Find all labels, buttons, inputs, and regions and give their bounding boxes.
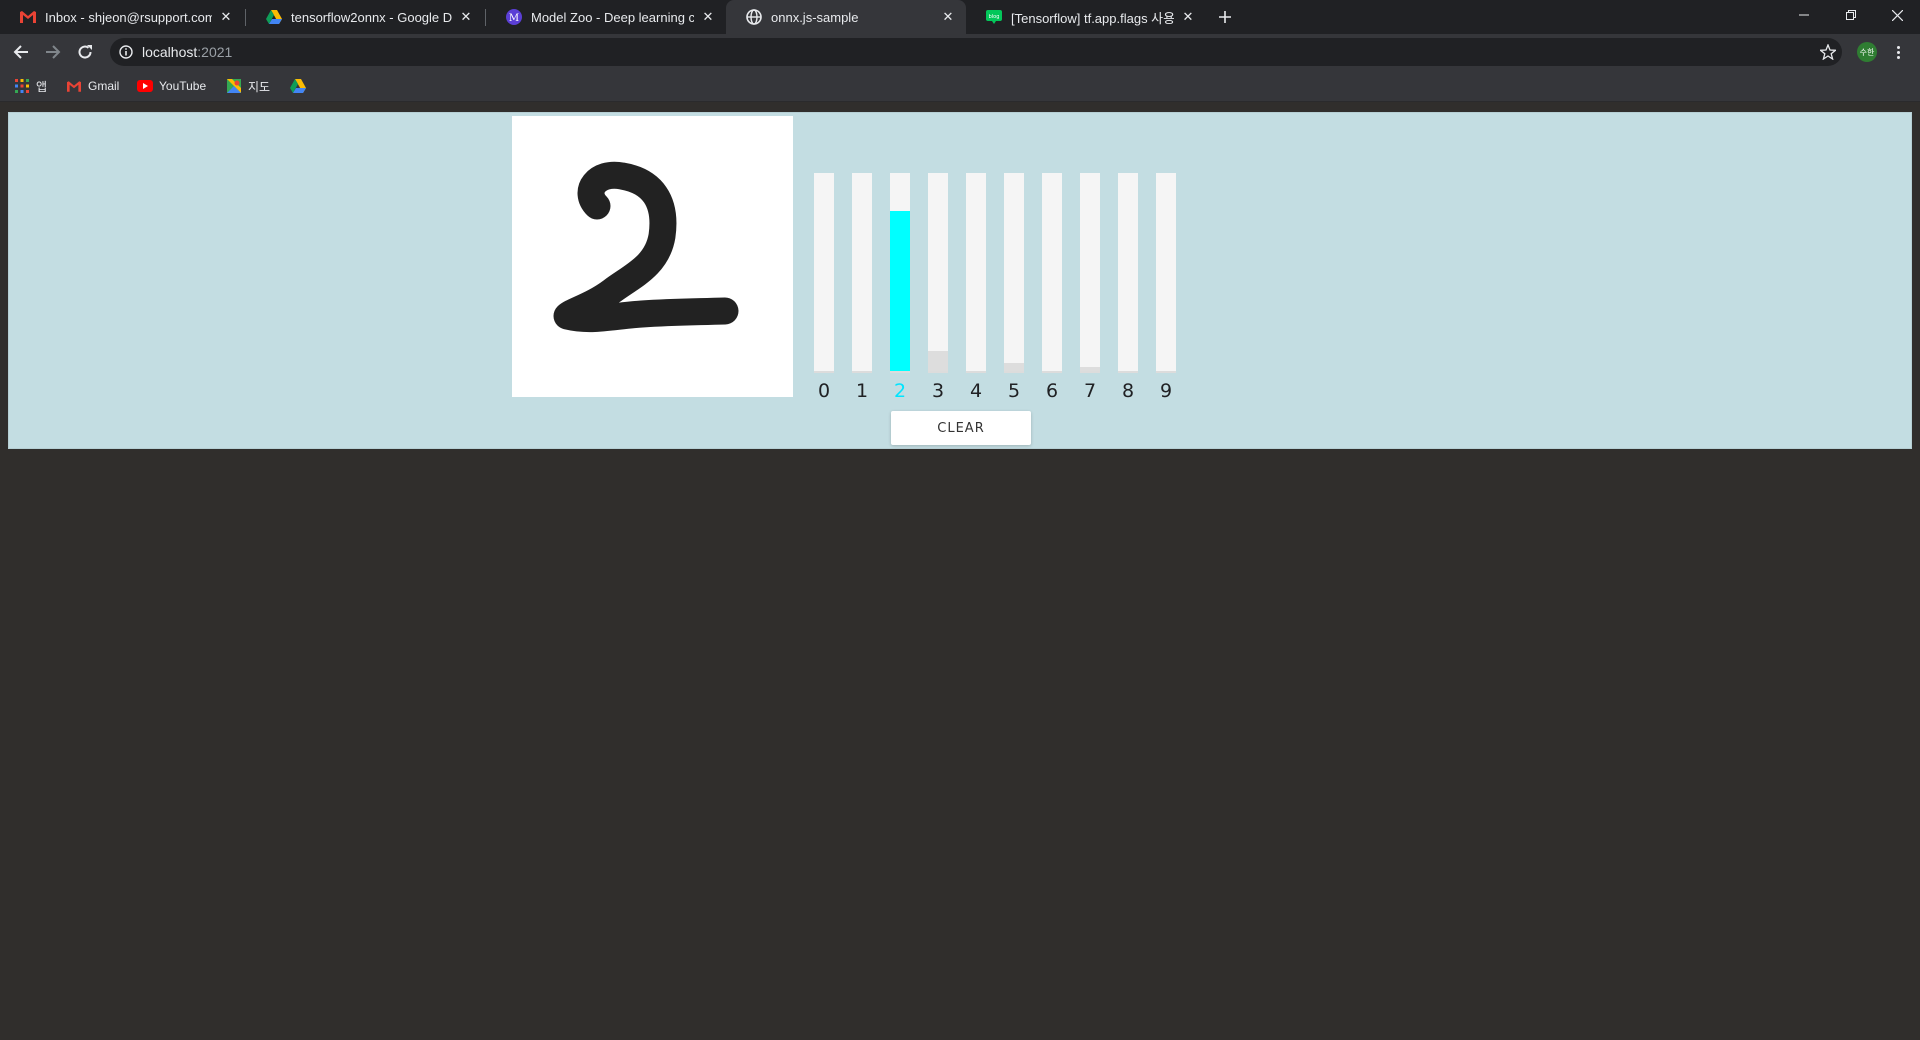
globe-icon: [746, 9, 762, 25]
tab-model-zoo[interactable]: M Model Zoo - Deep learning cod ✕: [486, 0, 726, 34]
svg-text:blog: blog: [989, 14, 1000, 20]
minimize-icon: [1799, 14, 1809, 16]
url-host: localhost: [142, 44, 198, 60]
apps-grid-icon: [14, 78, 30, 94]
gmail-icon: [66, 78, 82, 94]
close-window-icon: [1891, 9, 1903, 21]
clear-button[interactable]: CLEAR: [891, 411, 1031, 445]
reload-button[interactable]: [73, 40, 97, 64]
blog-icon: blog: [986, 9, 1002, 25]
plus-icon: [1219, 11, 1231, 23]
digit-label-0: 0: [817, 380, 831, 402]
forward-arrow-icon: [46, 45, 61, 59]
drawing-canvas[interactable]: [512, 116, 793, 397]
bookmark-label: Gmail: [88, 79, 120, 93]
restore-icon: [1846, 10, 1856, 20]
digit-recognizer-panel: 0 1 2 3 4 5 6 7 8 9 CLEAR: [8, 112, 1912, 449]
probability-bar-6: [1042, 173, 1062, 373]
tab-title: onnx.js-sample: [771, 9, 859, 25]
info-icon[interactable]: [118, 44, 134, 60]
bookmark-star-icon[interactable]: [1818, 43, 1838, 61]
probability-bar-3: [928, 173, 948, 373]
forward-button[interactable]: [41, 40, 65, 64]
close-icon[interactable]: ✕: [700, 9, 716, 25]
bookmark-google-drive[interactable]: [290, 76, 312, 96]
url-port: :2021: [197, 44, 233, 60]
probability-bar-8: [1118, 173, 1138, 373]
digit-label-4: 4: [969, 380, 983, 402]
browser-toolbar: localhost:2021 수한: [0, 34, 1920, 70]
google-drive-icon: [266, 9, 282, 25]
tab-onnx-sample[interactable]: onnx.js-sample ✕: [726, 0, 966, 34]
bookmark-label: 앱: [36, 79, 48, 94]
bookmark-gmail[interactable]: Gmail: [66, 76, 119, 96]
probability-fill-7: [1080, 367, 1100, 371]
tab-google-drive[interactable]: tensorflow2onnx - Google Drive ✕: [246, 0, 484, 34]
tab-title: tensorflow2onnx - Google Drive: [291, 9, 452, 25]
page-viewport: 0 1 2 3 4 5 6 7 8 9 CLEAR: [0, 102, 1920, 1040]
probability-bar-0: [814, 173, 834, 373]
bookmark-label: 지도: [248, 79, 271, 94]
bookmark-maps[interactable]: 지도: [226, 76, 270, 96]
digit-label-9: 9: [1159, 380, 1173, 402]
modelzoo-icon: M: [506, 9, 522, 25]
youtube-icon: [137, 78, 153, 94]
digit-label-5: 5: [1007, 380, 1021, 402]
close-icon[interactable]: ✕: [458, 9, 474, 25]
back-button[interactable]: [9, 40, 33, 64]
digit-label-3: 3: [931, 380, 945, 402]
probability-bar-1: [852, 173, 872, 373]
profile-avatar[interactable]: 수한: [1857, 42, 1877, 62]
probability-bar-5: [1004, 173, 1024, 373]
probability-bar-2: [890, 173, 910, 373]
tab-title: Model Zoo - Deep learning cod: [531, 9, 694, 25]
browser-menu-button[interactable]: [1888, 42, 1908, 62]
tab-gmail-inbox[interactable]: Inbox - shjeon@rsupport.com - ✕: [0, 0, 244, 34]
tab-tf-flags-blog[interactable]: blog [Tensorflow] tf.app.flags 사용법 ✕: [966, 0, 1206, 34]
bookmark-label: YouTube: [159, 79, 207, 93]
tab-title: [Tensorflow] tf.app.flags 사용법: [1011, 10, 1174, 26]
svg-text:M: M: [509, 13, 519, 24]
digit-label-7: 7: [1083, 380, 1097, 402]
probability-bar-7: [1080, 173, 1100, 373]
probability-fill-2: [890, 211, 910, 371]
digit-label-6: 6: [1045, 380, 1059, 402]
probability-fill-3: [928, 351, 948, 371]
bookmark-youtube[interactable]: YouTube: [137, 76, 206, 96]
restore-button[interactable]: [1828, 0, 1874, 30]
drawn-digit-stroke: [553, 161, 739, 333]
new-tab-button[interactable]: [1213, 5, 1237, 29]
tab-title: Inbox - shjeon@rsupport.com -: [45, 9, 212, 25]
close-icon[interactable]: ✕: [1180, 9, 1196, 25]
gmail-icon: [20, 9, 36, 25]
digit-label-1: 1: [855, 380, 869, 402]
back-arrow-icon: [13, 45, 28, 59]
minimize-button[interactable]: [1781, 0, 1827, 30]
digit-label-2: 2: [893, 380, 907, 402]
probability-bar-9: [1156, 173, 1176, 373]
address-bar[interactable]: localhost:2021: [110, 38, 1842, 66]
bookmarks-bar: 앱 Gmail YouTube 지도: [0, 70, 1920, 102]
close-icon[interactable]: ✕: [218, 9, 234, 25]
bookmark-apps[interactable]: 앱: [14, 76, 47, 96]
close-icon[interactable]: ✕: [940, 9, 956, 25]
google-drive-icon: [290, 78, 306, 94]
probability-fill-5: [1004, 363, 1024, 371]
probability-bar-4: [966, 173, 986, 373]
close-window-button[interactable]: [1874, 0, 1920, 30]
tab-strip: Inbox - shjeon@rsupport.com - ✕ tensorfl…: [0, 0, 1920, 34]
reload-icon: [78, 45, 92, 59]
digit-label-8: 8: [1121, 380, 1135, 402]
maps-icon: [226, 78, 242, 94]
